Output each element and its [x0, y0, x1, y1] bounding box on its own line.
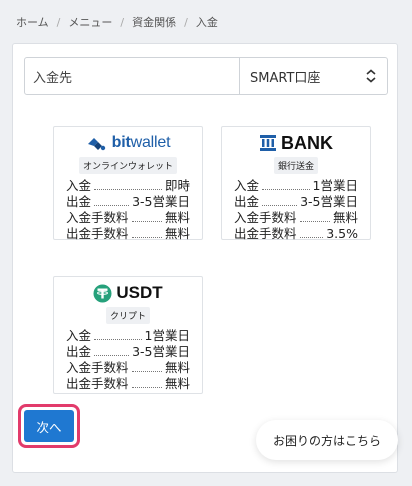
deposit-time-row: 入金 即時 [66, 178, 190, 193]
deposit-destination-label: 入金先 [25, 58, 240, 94]
withdraw-fee-row: 出金手数料 無料 [66, 376, 190, 391]
method-card-bank[interactable]: BANK 銀行送金 入金 1営業日 出金 3-5営業日 入金手数料 無料 出金手数料 3… [221, 126, 371, 242]
breadcrumb-separator: / [184, 15, 188, 29]
category-tag: オンラインウォレット [78, 157, 177, 174]
bank-building-icon [260, 135, 276, 151]
breadcrumb-menu[interactable]: メニュー [68, 14, 112, 30]
card-details: 入金 1営業日 出金 3-5営業日 入金手数料 無料 出金手数料 3.5% [234, 178, 358, 242]
deposit-fee-row: 入金手数料 無料 [66, 210, 190, 225]
deposit-time-row: 入金 1営業日 [234, 178, 358, 193]
deposit-destination-selector: 入金先 SMART口座 [24, 57, 388, 95]
deposit-fee-row: 入金手数料 無料 [234, 210, 358, 225]
next-button[interactable]: 次へ [24, 410, 74, 442]
bitwallet-logo-icon [87, 138, 105, 151]
deposit-fee-row: 入金手数料 無料 [66, 360, 190, 375]
breadcrumb: ホーム / メニュー / 資金関係 / 入金 [16, 14, 218, 30]
bank-brand: BANK [281, 132, 333, 153]
account-select-value: SMART口座 [250, 70, 321, 86]
bitwallet-brand: bitwallet [111, 134, 171, 151]
usdt-brand: USDT [116, 283, 163, 302]
method-card-bitwallet[interactable]: bitwallet オンラインウォレット 入金 即時 出金 3-5営業日 入金手数料… [53, 126, 203, 242]
withdraw-fee-row: 出金手数料 無料 [66, 226, 190, 241]
chevron-updown-icon [366, 69, 376, 83]
deposit-time-row: 入金 1営業日 [66, 328, 190, 343]
help-chat-button[interactable]: お困りの方はこちら [256, 420, 398, 460]
category-tag: クリプト [105, 307, 150, 324]
breadcrumb-home[interactable]: ホーム [16, 14, 49, 30]
withdraw-time-row: 出金 3-5営業日 [66, 194, 190, 209]
breadcrumb-deposit: 入金 [195, 16, 218, 29]
tether-icon [93, 284, 112, 302]
breadcrumb-separator: / [120, 15, 125, 29]
withdraw-time-row: 出金 3-5営業日 [234, 194, 358, 209]
method-card-usdt[interactable]: USDT クリプト 入金 1営業日 出金 3-5営業日 入金手数料 無料 出金手数料無… [53, 276, 203, 394]
card-details: 入金 即時 出金 3-5営業日 入金手数料 無料 出金手数料 無料 [66, 178, 190, 242]
category-tag: 銀行送金 [273, 157, 318, 174]
breadcrumb-separator: / [56, 15, 61, 29]
next-button-highlight: 次へ [18, 404, 80, 448]
card-details: 入金 1営業日 出金 3-5営業日 入金手数料 無料 出金手数料 無料 [66, 328, 190, 392]
account-select[interactable]: SMART口座 [240, 58, 387, 94]
withdraw-fee-row: 出金手数料 3.5% [234, 226, 358, 241]
withdraw-time-row: 出金 3-5営業日 [66, 344, 190, 359]
breadcrumb-funds[interactable]: 資金関係 [132, 14, 176, 30]
